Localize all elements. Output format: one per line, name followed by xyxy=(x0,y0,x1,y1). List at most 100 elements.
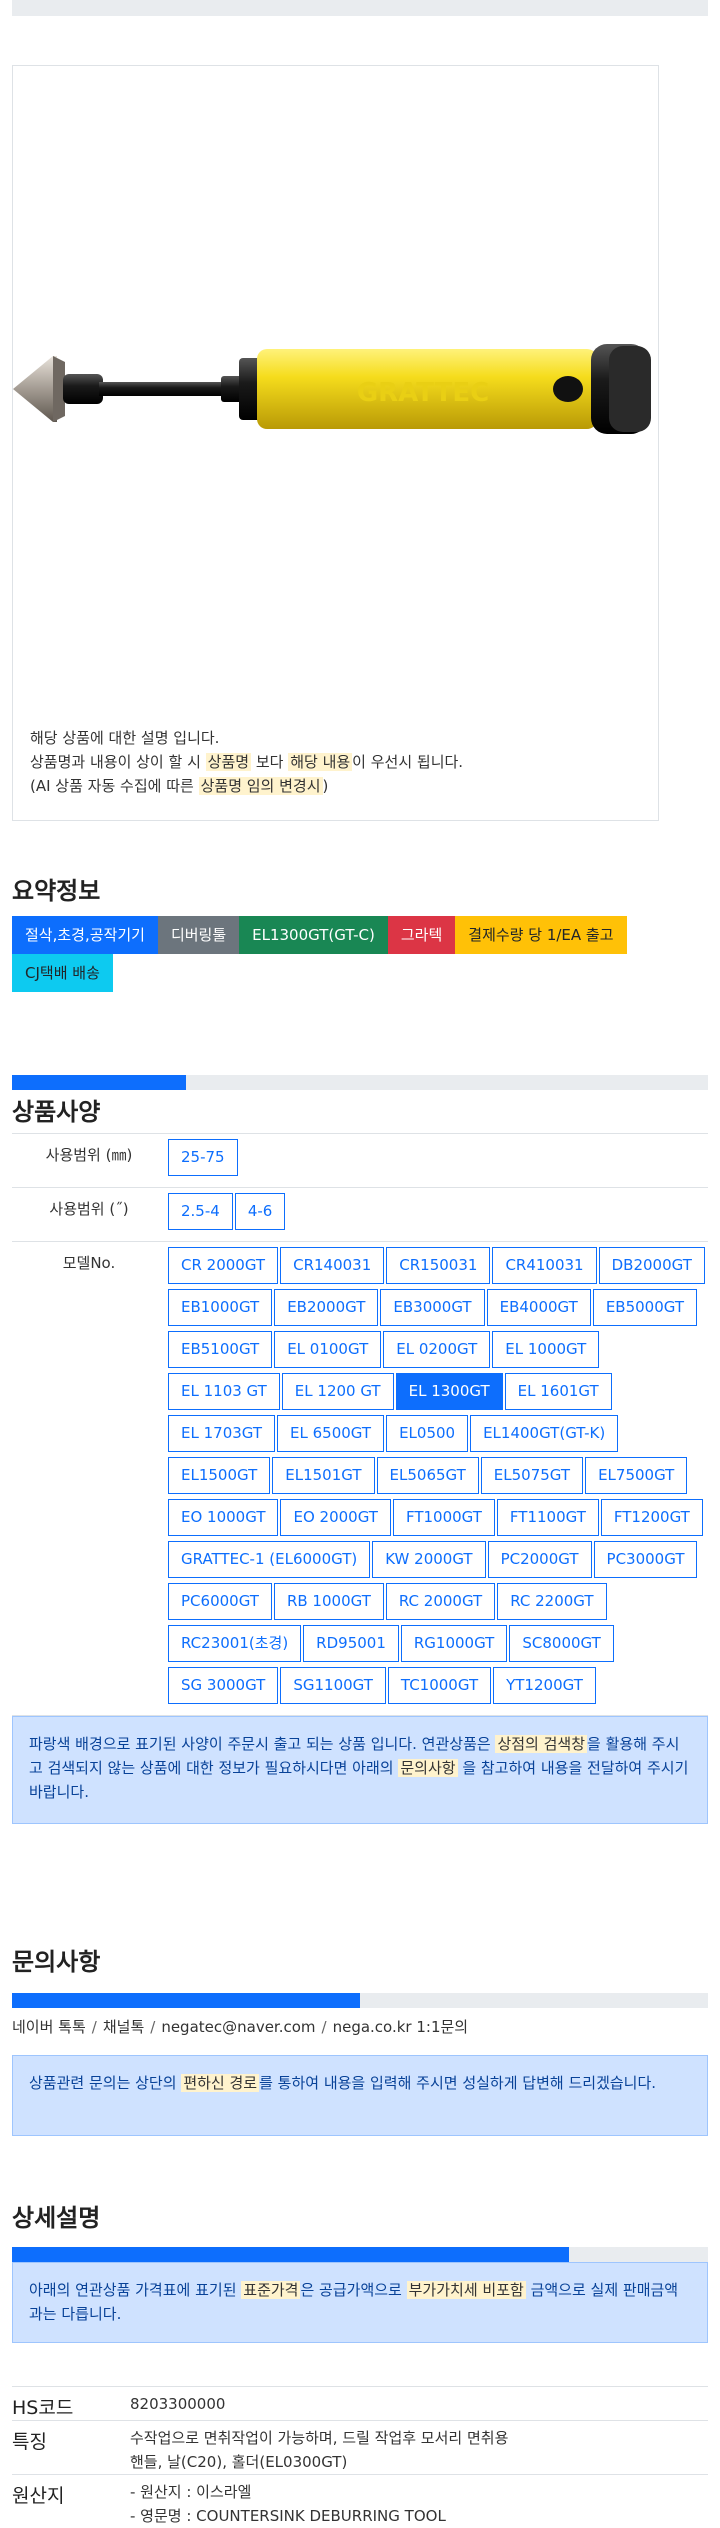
spec-option[interactable]: RD95001 xyxy=(303,1625,399,1662)
spec-option[interactable]: EB4000GT xyxy=(487,1289,591,1326)
inquiry-notice: 상품관련 문의는 상단의 편하신 경로를 통하여 내용을 입력해 주시면 성실하… xyxy=(12,2055,708,2136)
info-line: 8203300000 xyxy=(130,2392,708,2416)
spec-option[interactable]: EB5000GT xyxy=(593,1289,697,1326)
spec-title: 상품사양 xyxy=(12,1092,708,1127)
separator: / xyxy=(150,2018,155,2036)
spec-option[interactable]: 25-75 xyxy=(168,1139,238,1176)
spec-label: 사용범위 (㎜) xyxy=(12,1134,166,1188)
spec-option[interactable]: DB2000GT xyxy=(599,1247,705,1284)
spec-option[interactable]: 2.5-4 xyxy=(168,1193,233,1230)
spec-option[interactable]: KW 2000GT xyxy=(372,1541,485,1578)
link-site-inquiry[interactable]: nega.co.kr 1:1문의 xyxy=(333,2018,469,2036)
spec-option[interactable]: EL 1000GT xyxy=(492,1331,599,1368)
spec-option[interactable]: RC 2000GT xyxy=(386,1583,495,1620)
spec-option[interactable]: 4-6 xyxy=(235,1193,286,1230)
spec-option[interactable]: TC1000GT xyxy=(388,1667,491,1704)
spec-option[interactable]: EO 1000GT xyxy=(168,1499,278,1536)
spec-values: 2.5-44-6 xyxy=(166,1188,708,1242)
spec-option[interactable]: EL1400GT(GT-K) xyxy=(470,1415,618,1452)
spec-option[interactable]: EL 0200GT xyxy=(383,1331,490,1368)
spec-option[interactable]: EL1501GT xyxy=(272,1457,374,1494)
spec-option[interactable]: PC6000GT xyxy=(168,1583,272,1620)
spec-option[interactable]: EL5065GT xyxy=(377,1457,479,1494)
desc-text: 이 우선시 됩니다. xyxy=(352,753,463,771)
badge-model[interactable]: EL1300GT(GT-C) xyxy=(239,916,388,954)
link-naver-talk[interactable]: 네이버 톡톡 xyxy=(12,2018,86,2036)
separator: / xyxy=(322,2018,327,2036)
spec-option[interactable]: EL 0100GT xyxy=(274,1331,381,1368)
spec-option[interactable]: EL7500GT xyxy=(585,1457,687,1494)
detail-progress xyxy=(12,2247,708,2262)
spec-option[interactable]: CR140031 xyxy=(280,1247,384,1284)
spec-row-model: 모델No. CR 2000GTCR140031CR150031CR410031D… xyxy=(12,1242,708,1716)
badge-brand[interactable]: 그라텍 xyxy=(388,916,455,954)
spec-option[interactable]: PC2000GT xyxy=(488,1541,592,1578)
desc-text: (AI 상품 자동 수집에 따른 xyxy=(30,777,199,795)
highlight-product-name: 상품명 xyxy=(206,753,251,771)
spec-option[interactable]: FT1000GT xyxy=(393,1499,495,1536)
desc-line-2: 상품명과 내용이 상이 할 시 상품명 보다 해당 내용이 우선시 됩니다. xyxy=(30,750,463,774)
spec-option[interactable]: SG1100GT xyxy=(280,1667,386,1704)
spec-option[interactable]: EL 1103 GT xyxy=(168,1373,280,1410)
spec-option[interactable]: EL 1200 GT xyxy=(282,1373,394,1410)
spec-notice: 파랑색 배경으로 표기된 사양이 주문시 출고 되는 상품 입니다. 연관상품은… xyxy=(12,1716,708,1824)
spec-option[interactable]: RB 1000GT xyxy=(274,1583,384,1620)
page: GRATTEC 해당 상품에 대한 설명 입니다. 상품명과 내용이 상이 할 … xyxy=(0,0,720,2528)
spec-option[interactable]: EL 1703GT xyxy=(168,1415,275,1452)
highlight-search: 상점의 검색창 xyxy=(495,1735,587,1753)
spec-label: 모델No. xyxy=(12,1242,166,1716)
info-key: 특징 xyxy=(12,2421,130,2475)
spec-option[interactable]: RG1000GT xyxy=(401,1625,507,1662)
spec-option[interactable]: SG 3000GT xyxy=(168,1667,278,1704)
spec-option[interactable]: FT1100GT xyxy=(497,1499,599,1536)
spec-option[interactable]: GRATTEC-1 (EL6000GT) xyxy=(168,1541,370,1578)
notice-text: 파랑색 배경으로 표기된 사양이 주문시 출고 되는 상품 입니다. 연관상품은 xyxy=(29,1735,495,1753)
notice-text: 상품관련 문의는 상단의 xyxy=(29,2074,181,2092)
spec-option[interactable]: EB1000GT xyxy=(168,1289,272,1326)
product-gallery: GRATTEC 해당 상품에 대한 설명 입니다. 상품명과 내용이 상이 할 … xyxy=(12,65,659,821)
badge-category[interactable]: 절삭,초경,공작기기 xyxy=(12,916,158,954)
badge-subcategory[interactable]: 디버링툴 xyxy=(158,916,239,954)
info-row-hs: HS코드 8203300000 xyxy=(12,2387,708,2421)
spec-option[interactable]: RC23001(초경) xyxy=(168,1625,301,1662)
spec-option[interactable]: FT1200GT xyxy=(601,1499,703,1536)
spec-option[interactable]: EL 6500GT xyxy=(277,1415,384,1452)
info-key: 원산지 xyxy=(12,2475,130,2528)
desc-line-1: 해당 상품에 대한 설명 입니다. xyxy=(30,726,463,750)
info-key: HS코드 xyxy=(12,2387,130,2421)
spec-option[interactable]: EL 1300GT xyxy=(396,1373,503,1410)
spec-option[interactable]: EL5075GT xyxy=(481,1457,583,1494)
spec-option[interactable]: EL1500GT xyxy=(168,1457,270,1494)
spec-option[interactable]: EL 1601GT xyxy=(505,1373,612,1410)
highlight-content: 해당 내용 xyxy=(288,753,352,771)
spec-option[interactable]: CR150031 xyxy=(386,1247,490,1284)
option-list: 2.5-44-6 xyxy=(168,1193,708,1235)
link-email[interactable]: negatec@naver.com xyxy=(161,2018,315,2036)
spec-option[interactable]: CR410031 xyxy=(492,1247,596,1284)
spec-option[interactable]: YT1200GT xyxy=(493,1667,596,1704)
spec-option[interactable]: PC3000GT xyxy=(594,1541,698,1578)
badge-quantity: 결제수량 당 1/EA 출고 xyxy=(455,916,626,954)
spec-option[interactable]: EO 2000GT xyxy=(280,1499,390,1536)
spec-option[interactable]: CR 2000GT xyxy=(168,1247,278,1284)
spec-option[interactable]: EB3000GT xyxy=(380,1289,484,1326)
spec-option[interactable]: EB2000GT xyxy=(274,1289,378,1326)
contact-links: 네이버 톡톡/채널톡/negatec@naver.com/nega.co.kr … xyxy=(12,2016,708,2037)
highlight-inquiry: 문의사항 xyxy=(398,1759,457,1777)
info-row-feature: 특징 수작업으로 면취작업이 가능하며, 드릴 작업후 모서리 면취용핸들, 날… xyxy=(12,2421,708,2475)
spec-values: 25-75 xyxy=(166,1134,708,1188)
product-description: 해당 상품에 대한 설명 입니다. 상품명과 내용이 상이 할 시 상품명 보다… xyxy=(30,726,463,798)
desc-text: 보다 xyxy=(251,753,288,771)
spec-option[interactable]: RC 2200GT xyxy=(497,1583,606,1620)
info-row-origin: 원산지 - 원산지 : 이스라엘- 영문명 : COUNTERSINK DEBU… xyxy=(12,2475,708,2528)
detail-progress-fill xyxy=(12,2247,569,2262)
info-line: 수작업으로 면취작업이 가능하며, 드릴 작업후 모서리 면취용 xyxy=(130,2426,708,2450)
spec-progress-fill xyxy=(12,1075,186,1090)
inquiry-title: 문의사항 xyxy=(12,1942,708,1977)
inquiry-progress-fill xyxy=(12,1993,360,2008)
spec-option[interactable]: SC8000GT xyxy=(509,1625,613,1662)
spec-option[interactable]: EB5100GT xyxy=(168,1331,272,1368)
spec-option[interactable]: EL0500 xyxy=(386,1415,468,1452)
link-channel-talk[interactable]: 채널톡 xyxy=(103,2018,144,2036)
top-bar xyxy=(12,0,708,16)
